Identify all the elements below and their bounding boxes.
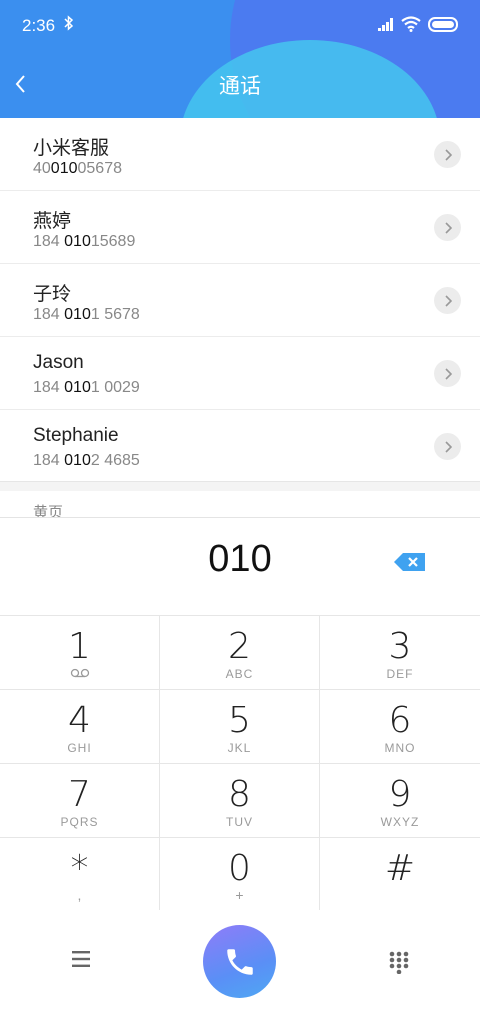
key-letters: ABC bbox=[225, 667, 254, 681]
key-digit: * bbox=[70, 848, 89, 889]
key-letters: WXYZ bbox=[380, 815, 420, 829]
contact-number: 184 0101 5678 bbox=[33, 306, 140, 323]
key-1[interactable]: 1 bbox=[0, 616, 160, 690]
page-title: 通话 bbox=[219, 75, 261, 98]
chevron-right-icon bbox=[444, 294, 452, 307]
key-hash[interactable]: # bbox=[320, 838, 480, 911]
contact-row[interactable]: 燕婷 184 01015689 bbox=[0, 191, 480, 264]
contact-name: 燕婷 bbox=[33, 211, 72, 232]
contact-name: 子玲 bbox=[33, 284, 72, 305]
section-divider bbox=[0, 481, 480, 491]
dialpad-toggle-button[interactable] bbox=[388, 950, 410, 975]
key-digit: 3 bbox=[388, 626, 412, 667]
bottom-action-bar bbox=[0, 910, 480, 1013]
dial-keypad: 1 2 ABC 3 DEF 4 GHI 5 JKL 6 MNO 7 PQRS 8… bbox=[0, 615, 480, 911]
menu-icon bbox=[72, 951, 90, 967]
contact-detail-button[interactable] bbox=[434, 141, 461, 168]
phone-icon bbox=[226, 948, 253, 975]
number-match-highlight: 010 bbox=[64, 379, 91, 396]
contact-row[interactable]: 子玲 184 0101 5678 bbox=[0, 264, 480, 337]
key-letters: , bbox=[77, 887, 82, 903]
key-digit: # bbox=[384, 848, 416, 889]
signal-icon bbox=[378, 18, 396, 31]
battery-icon bbox=[428, 17, 458, 32]
contact-row[interactable]: Stephanie 184 0102 4685 bbox=[0, 410, 480, 483]
key-digit: 4 bbox=[68, 700, 91, 741]
dial-display: 010 bbox=[0, 517, 480, 615]
status-bar: 2:36 bbox=[0, 0, 480, 52]
key-letters: MNO bbox=[384, 741, 416, 755]
voicemail-icon bbox=[0, 665, 159, 681]
chevron-right-icon bbox=[444, 221, 452, 234]
contact-suggestion-list: 小米客服 4001005678 燕婷 184 01015689 子玲 184 0… bbox=[0, 118, 480, 483]
contact-name: Jason bbox=[33, 352, 84, 373]
number-match-highlight: 010 bbox=[64, 233, 91, 250]
contact-number: 184 0101 0029 bbox=[33, 379, 140, 396]
backspace-button[interactable] bbox=[394, 552, 426, 572]
key-letters: PQRS bbox=[60, 815, 99, 829]
key-4[interactable]: 4 GHI bbox=[0, 690, 160, 764]
key-digit: 6 bbox=[388, 700, 412, 741]
menu-button[interactable] bbox=[70, 950, 92, 968]
key-letters: DEF bbox=[386, 667, 414, 681]
key-7[interactable]: 7 PQRS bbox=[0, 764, 160, 838]
number-match-highlight: 010 bbox=[64, 306, 91, 323]
key-digit: 5 bbox=[228, 700, 251, 741]
key-0[interactable]: 0 + bbox=[160, 838, 320, 911]
key-8[interactable]: 8 TUV bbox=[160, 764, 320, 838]
key-star[interactable]: * , bbox=[0, 838, 160, 911]
contact-number: 184 01015689 bbox=[33, 233, 136, 250]
contact-detail-button[interactable] bbox=[434, 214, 461, 241]
call-button[interactable] bbox=[203, 925, 276, 998]
contact-name: Stephanie bbox=[33, 425, 119, 446]
number-match-highlight: 010 bbox=[50, 160, 78, 177]
key-2[interactable]: 2 ABC bbox=[160, 616, 320, 690]
key-5[interactable]: 5 JKL bbox=[160, 690, 320, 764]
contact-row[interactable]: 小米客服 4001005678 bbox=[0, 118, 480, 191]
key-digit: 8 bbox=[228, 774, 251, 815]
contact-detail-button[interactable] bbox=[434, 360, 461, 387]
contact-detail-button[interactable] bbox=[434, 433, 461, 460]
key-6[interactable]: 6 MNO bbox=[320, 690, 480, 764]
status-time: 2:36 bbox=[22, 16, 56, 35]
key-digit: 0 bbox=[228, 848, 251, 889]
backspace-icon bbox=[394, 553, 425, 571]
header: 2:36 通话 bbox=[0, 0, 480, 118]
key-letters: + bbox=[235, 887, 244, 903]
chevron-right-icon bbox=[444, 148, 452, 161]
contact-detail-button[interactable] bbox=[434, 287, 461, 314]
phone-dialer-screen: 2:36 通话 小米客服 4001005678 燕婷 184 01015689 … bbox=[0, 0, 480, 1013]
chevron-right-icon bbox=[444, 440, 452, 453]
key-digit: 7 bbox=[68, 774, 91, 815]
number-match-highlight: 010 bbox=[64, 452, 91, 469]
contact-row[interactable]: Jason 184 0101 0029 bbox=[0, 337, 480, 410]
key-digit: 2 bbox=[228, 626, 251, 667]
key-3[interactable]: 3 DEF bbox=[320, 616, 480, 690]
chevron-right-icon bbox=[444, 367, 452, 380]
key-letters: GHI bbox=[67, 741, 92, 755]
contact-name: 小米客服 bbox=[33, 138, 110, 159]
contact-number: 184 0102 4685 bbox=[33, 452, 140, 469]
key-digit: 1 bbox=[68, 626, 91, 667]
key-letters: TUV bbox=[226, 815, 253, 829]
key-letters: JKL bbox=[227, 741, 252, 755]
key-9[interactable]: 9 WXYZ bbox=[320, 764, 480, 838]
dialpad-icon bbox=[389, 951, 409, 975]
key-digit: 9 bbox=[388, 774, 412, 815]
bluetooth-icon bbox=[64, 15, 74, 36]
wifi-icon bbox=[401, 16, 421, 32]
contact-number: 4001005678 bbox=[33, 160, 122, 177]
